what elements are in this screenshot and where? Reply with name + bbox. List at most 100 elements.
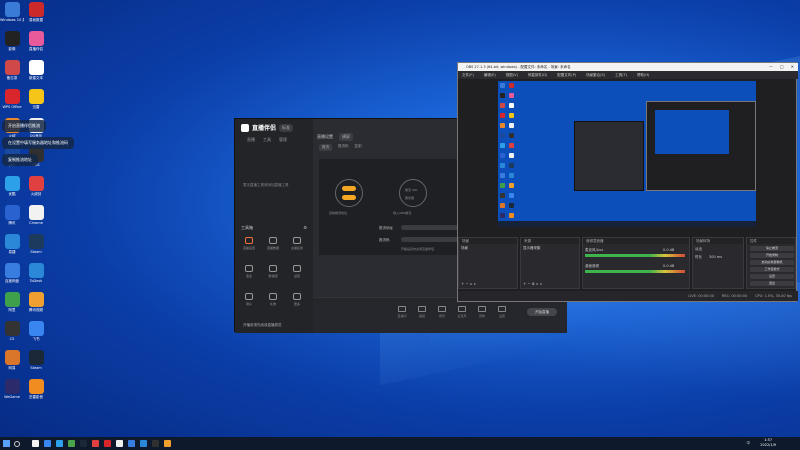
orientation-tag[interactable]: 横屏	[339, 133, 353, 141]
source-controls[interactable]: ＋ − ⚙ ∧ ∨	[523, 282, 542, 287]
taskbar-app-icon[interactable]	[152, 440, 159, 447]
scene-item[interactable]: 场景	[461, 246, 468, 251]
preview-streaming-app	[574, 121, 644, 191]
desktop-icon[interactable]: WPS Office	[1, 89, 23, 109]
bottom-tool[interactable]: 美颜	[413, 306, 431, 318]
app-footer-note[interactable]: 开播前请先阅读直播规范	[235, 323, 313, 328]
desktop-icon[interactable]: 网易	[1, 350, 23, 370]
tool-item[interactable]: 直播数据	[263, 237, 283, 250]
obs-control-button[interactable]: 退出	[750, 281, 794, 286]
taskbar-app-icon[interactable]	[116, 440, 123, 447]
obs-control-button[interactable]: 工作室模式	[750, 267, 794, 272]
obs-control-button[interactable]: 启动虚拟摄像机	[750, 260, 794, 265]
tab-manage[interactable]: 管理	[279, 137, 287, 143]
taskbar-app-icon[interactable]	[44, 440, 51, 447]
desktop-icon[interactable]: CS	[1, 321, 23, 341]
desktop-icon[interactable]: 优酷	[1, 176, 23, 196]
tool-item[interactable]: 更多	[287, 293, 307, 306]
desktop-icon[interactable]: 腾讯视频	[25, 292, 47, 312]
tool-item[interactable]: 连麦	[239, 265, 259, 278]
obs-window[interactable]: OBS 27.1.3 (64-bit, windows) - 配置文件: 未命名…	[457, 62, 798, 302]
desktop-icon[interactable]: Windows 10 易升	[0, 2, 24, 22]
desktop-icon[interactable]: 腾讯	[1, 205, 23, 225]
desktop-icon[interactable]: WeGame	[1, 379, 23, 399]
desktop-icon[interactable]: 飞书	[25, 321, 47, 341]
scene-controls[interactable]: ＋ − ∧ ∨	[461, 282, 476, 287]
taskbar-app-icon[interactable]	[128, 440, 135, 447]
bottom-tool[interactable]: 麦克风	[453, 306, 471, 318]
desktop-icon[interactable]: 备忘录	[1, 60, 23, 80]
sub-item-copy[interactable]: 复制	[355, 144, 362, 151]
taskbar-app-icon[interactable]	[68, 440, 75, 447]
desktop-icon[interactable]: 迅雷影音	[25, 379, 47, 399]
tool-label: 直播设置	[242, 246, 255, 250]
taskbar-app-icon[interactable]	[140, 440, 147, 447]
bottom-tool[interactable]: 场景	[433, 306, 451, 318]
preview-icon	[509, 143, 514, 148]
obs-menu-item[interactable]: 停靠部件(D)	[528, 71, 547, 79]
taskbar-app-icon[interactable]	[92, 440, 99, 447]
transition-type[interactable]: 淡出	[695, 247, 702, 252]
desktop-icon[interactable]: 百度网盘	[1, 263, 23, 283]
minimize-icon[interactable]: —	[769, 63, 773, 71]
taskbar-app-icon[interactable]	[80, 440, 87, 447]
taskbar-app-icon[interactable]	[56, 440, 63, 447]
taskbar-app-icon[interactable]	[164, 440, 171, 447]
settings-gear-icon[interactable]: ⚙	[303, 225, 307, 231]
tab-live[interactable]: 直播	[247, 137, 255, 143]
tool-item[interactable]: 粉丝团	[263, 265, 283, 278]
desktop-icon[interactable]: 直播伴侣	[25, 31, 47, 51]
tool-item[interactable]: 观众	[239, 293, 259, 306]
maximize-icon[interactable]: □	[780, 63, 784, 71]
obs-menu-item[interactable]: 配置文件(P)	[557, 71, 576, 79]
desktop-icon[interactable]: Chrome	[25, 205, 47, 225]
desktop-icon[interactable]: 易我数据	[25, 2, 47, 22]
obs-control-button[interactable]: 停止推流	[750, 246, 794, 251]
tab-tools[interactable]: 工具	[263, 137, 271, 143]
duration-field[interactable]: 300 ms	[709, 255, 722, 259]
preview-icon	[509, 193, 514, 198]
bottom-tool[interactable]: 设置	[493, 306, 511, 318]
desktop-icon-label: 飞书	[32, 337, 40, 341]
source-item[interactable]: 显示器采集	[523, 246, 541, 251]
sub-item-push[interactable]: 推流	[319, 144, 332, 151]
desktop-icon[interactable]: 火绒剑	[25, 176, 47, 196]
desktop-icon[interactable]: 阿里	[1, 292, 23, 312]
bottom-tool[interactable]: 直播间	[393, 306, 411, 318]
obs-preview[interactable]	[498, 81, 756, 227]
input-method-indicator[interactable]: 中	[747, 441, 751, 446]
close-icon[interactable]: ✕	[791, 63, 794, 71]
tool-item[interactable]: 礼物	[263, 293, 283, 306]
obs-menu-item[interactable]: 场景集合(S)	[586, 71, 605, 79]
desktop-icon[interactable]: 迅雷	[25, 89, 47, 109]
tool-item[interactable]: 设置	[287, 265, 307, 278]
search-icon[interactable]	[14, 441, 20, 447]
desktop-icon[interactable]: 新建文本	[25, 60, 47, 80]
start-menu-icon[interactable]	[3, 440, 10, 447]
desktop-icon[interactable]: 影像	[1, 31, 23, 51]
live-status: LIVE: 00:00:00	[688, 294, 714, 298]
obs-menu-item[interactable]: 编辑(E)	[484, 71, 496, 79]
taskbar-app-icon[interactable]	[104, 440, 111, 447]
desktop-icon[interactable]: Steam	[25, 234, 47, 254]
clock[interactable]: 1:57 2022/1/9	[760, 438, 776, 448]
obs-menu-item[interactable]: 视图(V)	[506, 71, 518, 79]
desktop-icon[interactable]: Steam	[25, 350, 47, 370]
start-live-button[interactable]: 开始直播	[527, 308, 557, 316]
app-icon	[4, 292, 20, 307]
desktop-icon[interactable]: 易捷	[1, 234, 23, 254]
obs-control-button[interactable]: 设置	[750, 274, 794, 279]
bottom-tool[interactable]: 音效	[473, 306, 491, 318]
bottom-tool-icon	[478, 306, 486, 312]
desktop-icon[interactable]: ToDesk	[25, 263, 47, 283]
obs-control-button[interactable]: 开始录制	[750, 253, 794, 258]
obs-menu-item[interactable]: 文件(F)	[462, 71, 474, 79]
tool-item[interactable]: 直播设置	[239, 237, 259, 250]
controls-title: 控件	[747, 238, 795, 244]
obs-menu-item[interactable]: 工具(T)	[615, 71, 627, 79]
taskbar-app-icon[interactable]	[32, 440, 39, 447]
preview-icon	[500, 213, 505, 218]
tool-item[interactable]: 主播任务	[287, 237, 307, 250]
version-badge[interactable]: 标准	[279, 123, 294, 132]
obs-menu-item[interactable]: 帮助(H)	[637, 71, 649, 79]
